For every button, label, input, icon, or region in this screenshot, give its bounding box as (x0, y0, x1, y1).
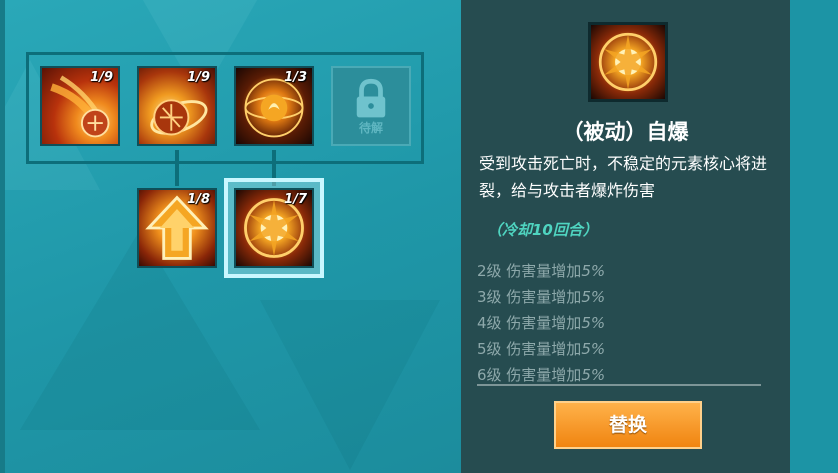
skill-level: 1/8 (187, 192, 210, 207)
explosion-icon (598, 32, 658, 92)
level-bonus-value: 5% (581, 288, 606, 306)
skill-title: （被动）自爆 (562, 120, 689, 144)
replace-button[interactable]: 替换 (554, 401, 702, 449)
bg-triangle (260, 300, 440, 470)
divider (477, 384, 761, 386)
skill-meteor[interactable]: 1/9 (137, 66, 217, 146)
skill-locked-slot: 待解 (331, 66, 411, 146)
skill-level: 1/7 (284, 192, 307, 207)
level-bonus-value: 5% (581, 340, 606, 358)
skill-description: 受到攻击死亡时，不稳定的元素核心将进裂，给与攻击者爆炸伤害 (479, 154, 768, 200)
level-bonus-row: 2级 伤害量增加5% (477, 258, 605, 284)
level-bonus-row: 4级 伤害量增加5% (477, 310, 605, 336)
level-bonus-label: 6级 伤害量增加 (477, 366, 582, 384)
level-bonus-row: 5级 伤害量增加5% (477, 336, 605, 362)
locked-label: 待解 (358, 121, 383, 135)
skill-fire-orb[interactable]: 1/3 (234, 66, 314, 146)
skill-detail-panel: （被动）自爆 受到攻击死亡时，不稳定的元素核心将进裂，给与攻击者爆炸伤害 （冷却… (461, 0, 790, 473)
skill-detail-icon (588, 22, 668, 102)
level-bonus-row: 3级 伤害量增加5% (477, 284, 605, 310)
tree-connector (175, 150, 179, 186)
skill-self-destruct[interactable]: 1/7 (234, 188, 314, 268)
skill-level: 1/9 (90, 70, 113, 85)
right-edge (790, 0, 838, 473)
skill-fireball[interactable]: 1/9 (40, 66, 120, 146)
level-bonus-label: 4级 伤害量增加 (477, 314, 582, 332)
level-bonus-list: 2级 伤害量增加5% 3级 伤害量增加5% 4级 伤害量增加5% 5级 伤害量增… (477, 258, 605, 388)
level-bonus-value: 5% (581, 366, 606, 384)
skill-cooldown: （冷却10回合） (487, 221, 598, 239)
level-bonus-label: 3级 伤害量增加 (477, 288, 582, 306)
level-bonus-value: 5% (581, 314, 606, 332)
skill-upgrade-arrow[interactable]: 1/8 (137, 188, 217, 268)
left-edge (0, 0, 5, 473)
level-bonus-label: 2级 伤害量增加 (477, 262, 582, 280)
level-bonus-label: 5级 伤害量增加 (477, 340, 582, 358)
level-bonus-value: 5% (581, 262, 606, 280)
skill-level: 1/9 (187, 70, 210, 85)
skill-level: 1/3 (284, 70, 307, 85)
